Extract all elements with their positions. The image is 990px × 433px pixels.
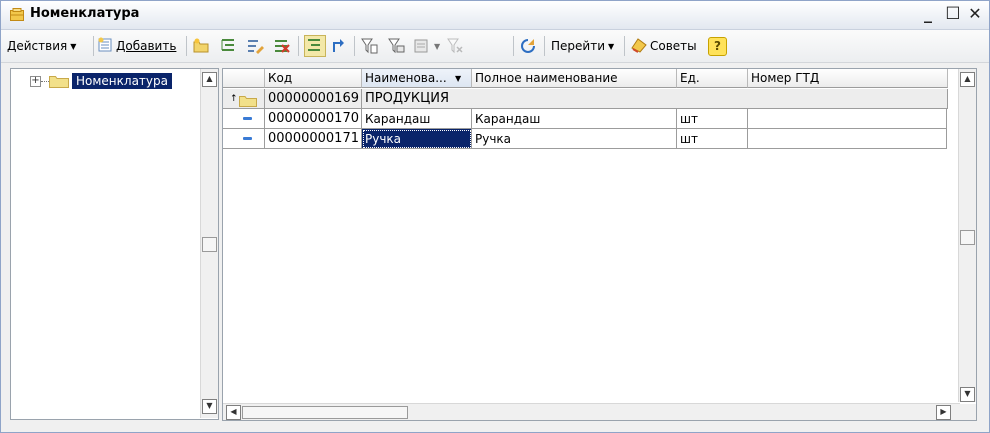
item-marker-icon xyxy=(243,137,252,140)
row-marker-cell xyxy=(223,129,265,149)
scroll-thumb[interactable] xyxy=(242,406,408,419)
row-marker-cell xyxy=(223,109,265,129)
hierarchy-toggle-icon[interactable] xyxy=(304,35,326,57)
scroll-right-icon[interactable]: ▶ xyxy=(936,405,951,420)
grid-header-full-name[interactable]: Полное наименование xyxy=(472,69,677,88)
toolbar-separator xyxy=(298,36,299,56)
scroll-up-icon[interactable]: ▲ xyxy=(202,72,217,87)
filter-by-value-icon[interactable] xyxy=(387,37,405,55)
cell-code[interactable]: 00000000171 xyxy=(265,129,362,149)
scrollbar-corner xyxy=(960,404,976,420)
cell-unit[interactable]: шт xyxy=(677,129,748,149)
toolbar: Действия ▼ Добавить ▼ Перейти ▼ Советы ? xyxy=(1,30,989,63)
grid-horizontal-scrollbar[interactable]: ◀ ▶ xyxy=(223,403,960,420)
item-marker-icon xyxy=(243,117,252,120)
sort-descending-icon: ▼ xyxy=(455,74,462,83)
tips-label: Советы xyxy=(650,39,697,53)
actions-label: Действия xyxy=(7,39,68,53)
add-label: Добавить xyxy=(116,39,177,53)
grid-header-name-label: Наименова... xyxy=(365,71,447,85)
toolbar-separator xyxy=(186,36,187,56)
goto-menu-button[interactable]: Перейти ▼ xyxy=(551,35,614,57)
cell-code[interactable]: 00000000170 xyxy=(265,109,362,129)
grid-header-unit[interactable]: Ед. xyxy=(677,69,748,88)
table-row[interactable]: 00000000171 Ручка Ручка шт xyxy=(223,129,947,149)
edit-icon[interactable] xyxy=(246,37,264,55)
delete-icon[interactable] xyxy=(273,37,291,55)
tree-vertical-scrollbar[interactable]: ▲ ▼ xyxy=(200,69,218,418)
table-row[interactable]: ↑ 00000000169 ПРОДУКЦИЯ xyxy=(223,89,948,109)
catalog-icon xyxy=(10,8,24,21)
cell-name-selected[interactable]: Ручка xyxy=(362,129,472,149)
tips-icon xyxy=(630,36,648,61)
chevron-down-icon: ▼ xyxy=(434,42,441,51)
row-marker-cell: ↑ xyxy=(223,89,265,109)
scroll-thumb[interactable] xyxy=(960,230,975,245)
tree-expand-toggle[interactable]: + xyxy=(30,76,41,87)
cell-full-name[interactable]: Ручка xyxy=(472,129,677,149)
scroll-left-icon[interactable]: ◀ xyxy=(226,405,241,420)
cell-name[interactable]: Карандаш xyxy=(362,109,472,129)
cell-gtd[interactable] xyxy=(748,109,947,129)
cell-full-name[interactable]: Карандаш xyxy=(472,109,677,129)
cell-unit[interactable]: шт xyxy=(677,109,748,129)
grid-header-code[interactable]: Код xyxy=(265,69,362,88)
add-button[interactable]: Добавить xyxy=(98,35,176,57)
tree-connector xyxy=(41,81,49,82)
clear-filter-icon[interactable] xyxy=(446,37,464,55)
refresh-icon[interactable] xyxy=(519,37,537,55)
help-button[interactable]: ? xyxy=(708,37,727,56)
toolbar-separator xyxy=(544,36,545,56)
folder-icon xyxy=(239,93,257,108)
window-title: Номенклатура xyxy=(30,6,140,21)
add-folder-icon[interactable] xyxy=(192,37,210,55)
close-button[interactable]: ✕ xyxy=(965,4,985,24)
toolbar-separator xyxy=(624,36,625,56)
grid-header-name[interactable]: Наименова... ▼ xyxy=(362,69,472,88)
items-grid: Код Наименова... ▼ Полное наименование Е… xyxy=(222,68,977,421)
filter-history-icon[interactable] xyxy=(413,37,431,55)
filter-icon[interactable] xyxy=(360,37,378,55)
scroll-up-icon[interactable]: ▲ xyxy=(960,72,975,87)
table-row[interactable]: 00000000170 Карандаш Карандаш шт xyxy=(223,109,947,129)
nomenclature-window: Номенклатура _ ☐ ✕ Действия ▼ Добавить ▼… xyxy=(0,0,990,433)
grid-vertical-scrollbar[interactable]: ▲ ▼ xyxy=(958,69,976,402)
cell-gtd[interactable] xyxy=(748,129,947,149)
minimize-button[interactable]: _ xyxy=(918,4,938,24)
cell-code[interactable]: 00000000169 xyxy=(265,89,362,109)
scroll-thumb[interactable] xyxy=(202,237,217,252)
up-arrow-icon: ↑ xyxy=(230,94,238,104)
maximize-button[interactable]: ☐ xyxy=(943,4,963,24)
actions-menu-button[interactable]: Действия ▼ xyxy=(7,35,76,57)
scroll-down-icon[interactable]: ▼ xyxy=(202,399,217,414)
cell-name[interactable]: ПРОДУКЦИЯ xyxy=(362,89,948,109)
tree-panel: + Номенклатура ▲ ▼ xyxy=(10,68,219,420)
grid-header-icon-column xyxy=(223,69,265,88)
chevron-down-icon: ▼ xyxy=(70,42,77,51)
folder-icon xyxy=(49,75,69,91)
add-icon xyxy=(98,37,114,60)
scroll-down-icon[interactable]: ▼ xyxy=(960,387,975,402)
toolbar-separator xyxy=(93,36,94,56)
title-bar[interactable]: Номенклатура _ ☐ ✕ xyxy=(1,1,989,30)
goto-label: Перейти xyxy=(551,39,605,53)
filter-history-dropdown[interactable]: ▼ xyxy=(431,35,440,57)
grid-header-gtd[interactable]: Номер ГТД xyxy=(748,69,948,88)
chevron-down-icon: ▼ xyxy=(608,42,615,51)
add-copy-icon[interactable] xyxy=(219,37,237,55)
tips-button[interactable]: Советы xyxy=(630,35,697,57)
toolbar-separator xyxy=(354,36,355,56)
move-to-parent-icon[interactable] xyxy=(330,37,348,55)
tree-node-nomenclature[interactable]: Номенклатура xyxy=(72,73,172,89)
toolbar-separator xyxy=(513,36,514,56)
